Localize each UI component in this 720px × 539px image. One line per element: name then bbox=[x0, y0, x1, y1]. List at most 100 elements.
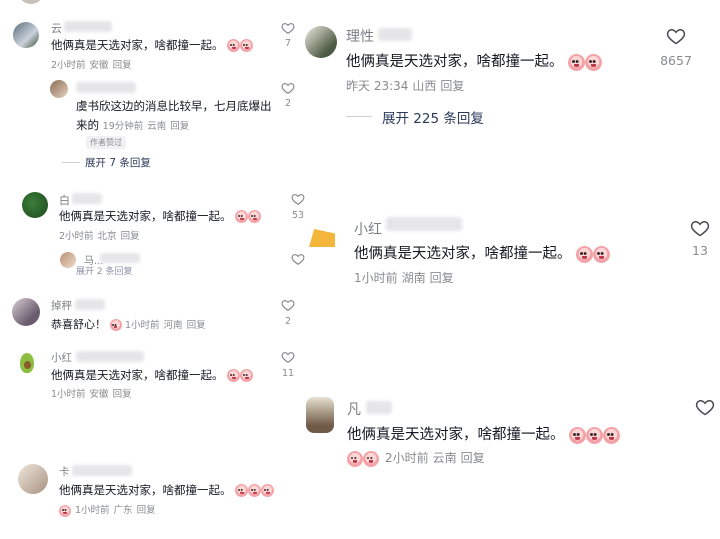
reply-button[interactable]: 回复 bbox=[137, 505, 156, 516]
reply-button[interactable]: 回复 bbox=[461, 451, 485, 465]
comment-text: 他俩真是天选对家，啥都撞一起。 bbox=[51, 367, 254, 383]
reply-button[interactable]: 回复 bbox=[187, 320, 206, 331]
username[interactable]: 白 bbox=[59, 192, 70, 208]
crying-face-emoji-icon bbox=[585, 53, 603, 71]
username[interactable]: 小红 bbox=[51, 350, 72, 365]
expand-replies-button[interactable]: 展开 2 条回复 bbox=[76, 264, 132, 277]
like-count: 13 bbox=[692, 243, 708, 258]
cheese-icon bbox=[309, 229, 335, 247]
heart-outline-icon[interactable] bbox=[281, 350, 295, 364]
partial-top-avatar bbox=[18, 0, 44, 4]
comment-item: 卡 他俩真是天选对家，啥都撞一起。 1小时前 广东 回复 bbox=[0, 460, 305, 520]
avatar[interactable] bbox=[22, 192, 48, 218]
reply-button[interactable]: 回复 bbox=[430, 271, 454, 285]
expand-replies-button[interactable]: 展开 225 条回复 bbox=[382, 107, 484, 127]
reply-button[interactable]: 回复 bbox=[440, 79, 464, 93]
crying-face-emoji-icon bbox=[261, 484, 275, 497]
comment-text: 他俩真是天选对家，啥都撞一起。 bbox=[59, 208, 262, 224]
expand-replies-button[interactable]: 展开 7 条回复 bbox=[85, 155, 151, 170]
comment-text: 他俩真是天选对家，啥都撞一起。 bbox=[354, 242, 611, 263]
divider bbox=[62, 162, 80, 163]
blurred-username bbox=[76, 351, 144, 362]
comment-item: 凡 他俩真是天选对家，啥都撞一起。 2小时前 云南 回复 bbox=[300, 395, 720, 475]
crying-face-emoji-icon bbox=[235, 210, 249, 223]
avatar[interactable] bbox=[306, 221, 338, 253]
crying-face-emoji-icon bbox=[363, 450, 379, 467]
blurred-username bbox=[76, 82, 136, 93]
reply-item: 虞书欣这边的消息比较早，七月底爆出 来的 19分钟前 云南 回复 作者赞过 2 bbox=[0, 78, 305, 149]
comment-meta: 1小时前 湖南 回复 bbox=[354, 271, 454, 285]
reply-button[interactable]: 回复 bbox=[113, 389, 132, 400]
like-count: 2 bbox=[284, 316, 292, 327]
comment-meta: 2小时前 安徽 回复 bbox=[51, 60, 132, 71]
crying-face-emoji-icon bbox=[248, 210, 262, 223]
username[interactable]: 小红 bbox=[354, 219, 382, 239]
comment-meta: 1小时前 广东 回复 bbox=[59, 502, 160, 517]
crying-face-emoji-icon bbox=[59, 504, 71, 517]
reply-item: 马... 展开 2 条回复 bbox=[0, 250, 305, 277]
reply-button[interactable]: 回复 bbox=[113, 60, 132, 71]
reply-button[interactable]: 回复 bbox=[121, 231, 140, 242]
heart-outline-icon[interactable] bbox=[690, 218, 710, 238]
comment-text: 恭喜舒心！ 1小时前 河南 回复 bbox=[51, 318, 206, 331]
comment-text: 他俩真是天选对家，啥都撞一起。 bbox=[346, 50, 603, 71]
comment-meta: 2小时前 云南 回复 bbox=[347, 449, 489, 467]
author-liked-badge: 作者赞过 bbox=[86, 136, 126, 149]
crying-face-emoji-icon bbox=[586, 426, 604, 444]
comment-item: 白 他俩真是天选对家，啥都撞一起。 2小时前 北京 回复 53 bbox=[0, 190, 305, 245]
heart-outline-icon[interactable] bbox=[281, 81, 295, 95]
comment-text: 来的 19分钟前 云南 回复 bbox=[76, 118, 190, 132]
heart-outline-icon[interactable] bbox=[666, 26, 686, 46]
crying-face-emoji-icon bbox=[109, 319, 122, 331]
heart-outline-icon[interactable] bbox=[281, 21, 295, 35]
avatar[interactable] bbox=[13, 22, 39, 48]
crying-face-emoji-icon bbox=[248, 484, 262, 497]
crying-face-emoji-icon bbox=[227, 39, 241, 52]
comment-text: 虞书欣这边的消息比较早，七月底爆出 bbox=[76, 99, 272, 113]
crying-face-emoji-icon bbox=[593, 245, 611, 263]
crying-face-emoji-icon bbox=[603, 426, 621, 444]
blurred-username bbox=[100, 253, 140, 263]
left-comment-panel: 云 他俩真是天选对家，啥都撞一起。 2小时前 安徽 回复 7 虞书欣这边的消息比较早… bbox=[0, 0, 305, 539]
blurred-username bbox=[378, 28, 412, 41]
username[interactable]: 理性 bbox=[346, 26, 374, 46]
avatar[interactable] bbox=[305, 26, 337, 58]
crying-face-emoji-icon bbox=[576, 245, 594, 263]
username[interactable]: 凡 bbox=[347, 399, 361, 419]
blurred-username bbox=[72, 193, 102, 204]
comment-text: 他俩真是天选对家，啥都撞一起。 bbox=[51, 37, 254, 53]
like-count: 8657 bbox=[660, 53, 692, 68]
comment-item: 小红 他俩真是天选对家，啥都撞一起。 1小时前 湖南 回复 13 bbox=[300, 215, 720, 290]
avatar[interactable] bbox=[12, 298, 40, 326]
username[interactable]: 掉秤 bbox=[51, 298, 72, 313]
comment-item: 理性 他俩真是天选对家，啥都撞一起。 昨天 23:34 山西 回复 8657 bbox=[300, 20, 720, 100]
like-count: 11 bbox=[281, 368, 295, 379]
heart-outline-icon[interactable] bbox=[281, 298, 295, 312]
avatar[interactable] bbox=[60, 252, 76, 268]
blurred-username bbox=[386, 217, 462, 231]
crying-face-emoji-icon bbox=[227, 369, 241, 382]
comment-item: 掉秤 恭喜舒心！ 1小时前 河南 回复 2 bbox=[0, 296, 305, 336]
comment-text: 他俩真是天选对家，啥都撞一起。 bbox=[59, 482, 275, 498]
blurred-username bbox=[72, 465, 132, 476]
heart-outline-icon[interactable] bbox=[695, 397, 715, 417]
avatar[interactable] bbox=[306, 397, 334, 433]
comment-text: 他俩真是天选对家，啥都撞一起。 bbox=[347, 423, 621, 444]
avatar[interactable] bbox=[16, 352, 38, 374]
like-count: 2 bbox=[284, 98, 292, 109]
comment-item: 云 他俩真是天选对家，啥都撞一起。 2小时前 安徽 回复 7 bbox=[0, 18, 305, 73]
comment-meta: 1小时前 安徽 回复 bbox=[51, 389, 132, 400]
comment-meta: 2小时前 北京 回复 bbox=[59, 231, 140, 242]
avatar[interactable] bbox=[50, 80, 68, 98]
blurred-username bbox=[64, 21, 112, 32]
crying-face-emoji-icon bbox=[240, 39, 254, 52]
username[interactable]: 卡 bbox=[59, 464, 70, 479]
crying-face-emoji-icon bbox=[569, 426, 587, 444]
crying-face-emoji-icon bbox=[347, 450, 363, 467]
reply-button[interactable]: 回复 bbox=[170, 121, 189, 132]
username[interactable]: 云 bbox=[51, 20, 62, 36]
right-comment-panel: 理性 他俩真是天选对家，啥都撞一起。 昨天 23:34 山西 回复 8657 展开 … bbox=[300, 0, 720, 539]
blurred-username bbox=[75, 299, 105, 310]
avatar[interactable] bbox=[18, 464, 48, 494]
comment-meta: 昨天 23:34 山西 回复 bbox=[346, 79, 465, 93]
